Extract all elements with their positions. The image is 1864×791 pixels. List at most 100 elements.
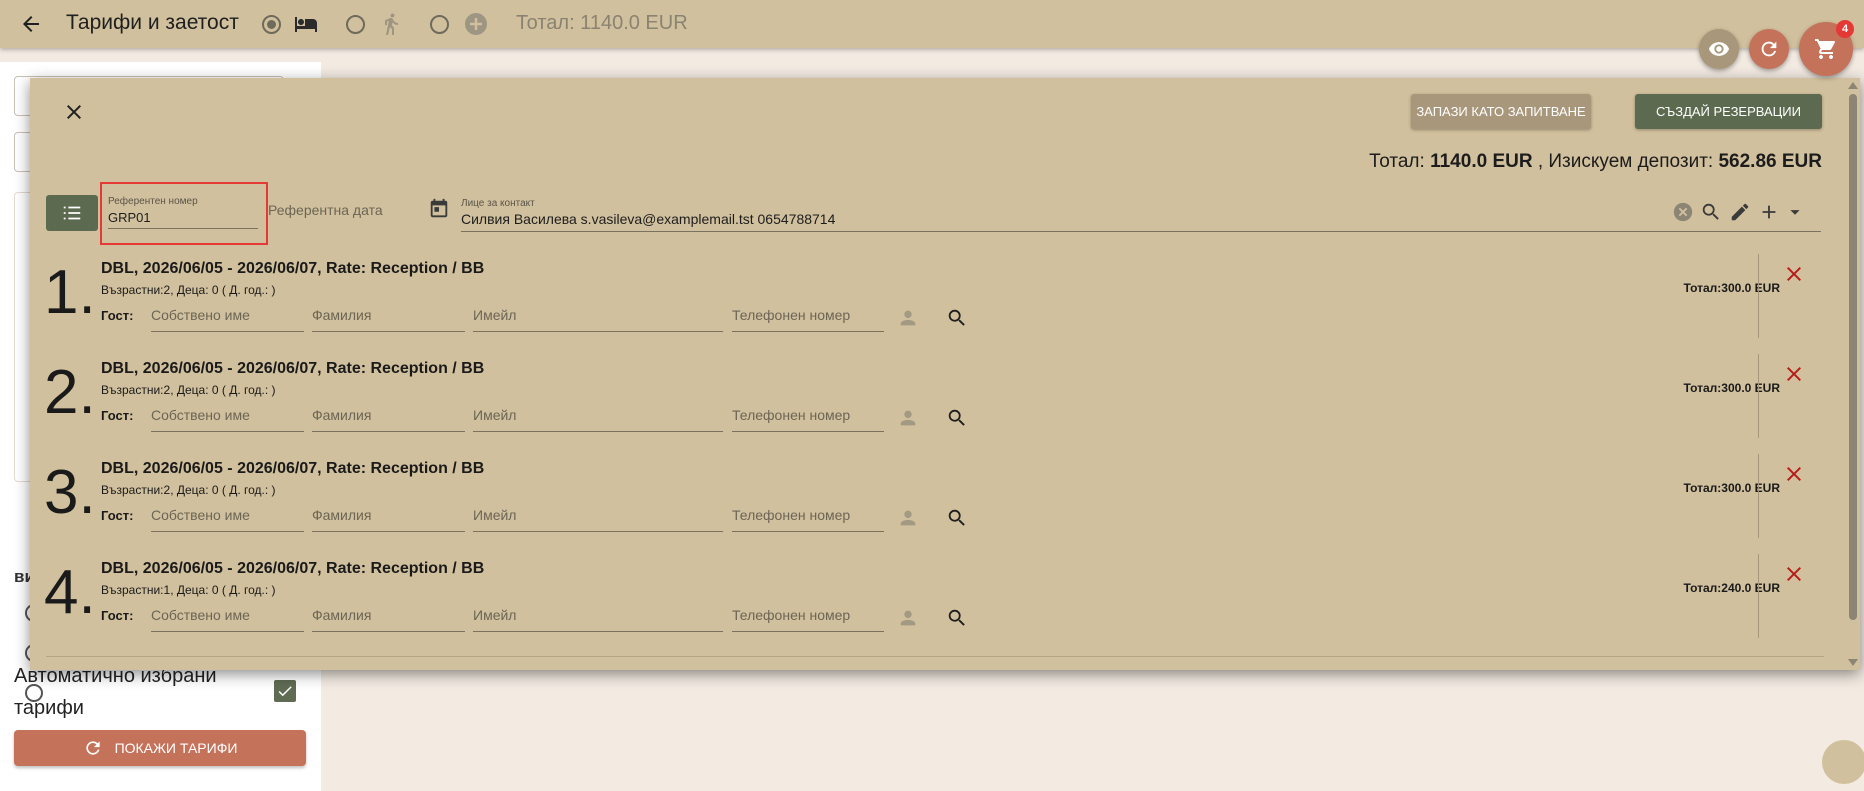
email-input[interactable]: Имейл (473, 607, 723, 632)
refresh-button[interactable] (1749, 29, 1789, 69)
guest-label: Гост: (101, 308, 134, 323)
deposit-value: 562.86 EUR (1718, 151, 1822, 172)
row-title: DBL, 2026/06/05 - 2026/06/07, Rate: Rece… (101, 260, 485, 277)
row-number: 2. (44, 358, 96, 427)
guest-label: Гост: (101, 508, 134, 523)
scroll-up-arrow[interactable] (1848, 82, 1858, 89)
search-icon[interactable] (1700, 201, 1722, 223)
row-title: DBL, 2026/06/05 - 2026/06/07, Rate: Rece… (101, 560, 485, 577)
create-reservations-button[interactable]: СЪЗДАЙ РЕЗЕРВАЦИИ (1635, 94, 1822, 129)
first-name-input[interactable]: Собствено име (151, 307, 304, 332)
total-label: Тотал: (1369, 151, 1431, 172)
row-total: Тотал:300.0 EUR (1683, 481, 1780, 495)
contact-field[interactable]: Силвия Василева s.vasileva@examplemail.t… (461, 211, 835, 227)
person-icon[interactable] (897, 407, 919, 429)
total-value: 1140.0 EUR (1430, 151, 1533, 172)
delete-x-icon[interactable] (1782, 462, 1806, 486)
last-name-input[interactable]: Фамилия (312, 407, 465, 432)
help-button[interactable] (1822, 740, 1864, 784)
close-icon[interactable] (62, 100, 86, 124)
bed-icon (295, 17, 317, 32)
check-icon (278, 686, 292, 697)
list-icon (63, 206, 81, 220)
radio-add[interactable] (430, 15, 449, 34)
preview-button[interactable] (1699, 29, 1739, 69)
person-icon[interactable] (897, 307, 919, 329)
delete-x-icon[interactable] (1782, 262, 1806, 286)
auto-rates-checkbox[interactable] (274, 680, 296, 702)
radio-walk-in[interactable] (346, 15, 365, 34)
reference-number-value: GRP01 (108, 210, 151, 225)
row-total: Тотал:240.0 EUR (1683, 581, 1780, 595)
person-icon[interactable] (897, 607, 919, 629)
scroll-thumb[interactable] (1849, 94, 1857, 620)
contact-label: Лице за контакт (461, 198, 535, 209)
last-name-input[interactable]: Фамилия (312, 307, 465, 332)
reference-number-field[interactable]: Референтен номер GRP01 (100, 182, 268, 245)
delete-x-icon[interactable] (1782, 562, 1806, 586)
row-total: Тотал:300.0 EUR (1683, 281, 1780, 295)
search-icon[interactable] (946, 507, 968, 529)
refresh-icon (85, 741, 100, 755)
cart-count-badge: 4 (1836, 20, 1854, 38)
page-title: Тарифи и заетост (66, 11, 239, 34)
scroll-down-arrow[interactable] (1848, 659, 1858, 666)
pencil-icon[interactable] (1729, 201, 1751, 223)
last-name-input[interactable]: Фамилия (312, 607, 465, 632)
first-name-input[interactable]: Собствено име (151, 507, 304, 532)
list-button[interactable] (46, 195, 98, 231)
save-as-request-button[interactable]: ЗАПАЗИ КАТО ЗАПИТВАНЕ (1411, 94, 1591, 129)
row-divider (1758, 354, 1759, 438)
email-input[interactable]: Имейл (473, 507, 723, 532)
row-title: DBL, 2026/06/05 - 2026/06/07, Rate: Rece… (101, 360, 485, 377)
reference-date-field[interactable]: Референтна дата (268, 202, 383, 218)
phone-input[interactable]: Телефонен номер (732, 607, 884, 632)
phone-input[interactable]: Телефонен номер (732, 307, 884, 332)
cart-button[interactable]: 4 (1799, 20, 1854, 76)
deposit-label: , Изискуем депозит: (1532, 151, 1719, 172)
eye-icon (1708, 42, 1730, 56)
reservation-dialog: ЗАПАЗИ КАТО ЗАПИТВАНЕ СЪЗДАЙ РЕЗЕРВАЦИИ … (30, 78, 1860, 670)
row-title: DBL, 2026/06/05 - 2026/06/07, Rate: Rece… (101, 460, 485, 477)
first-name-input[interactable]: Собствено име (151, 407, 304, 432)
radio-rooms[interactable] (262, 15, 281, 34)
dialog-scrollbar[interactable] (1846, 78, 1860, 670)
arrow-left-icon[interactable] (19, 12, 43, 36)
row-occupancy: Възрастни:2, Деца: 0 ( Д. год.: ) (101, 283, 276, 297)
last-name-input[interactable]: Фамилия (312, 507, 465, 532)
calendar-icon[interactable] (428, 198, 450, 220)
plus-icon[interactable] (1758, 201, 1780, 223)
phone-input[interactable]: Телефонен номер (732, 407, 884, 432)
row-number: 1. (44, 258, 96, 327)
person-icon[interactable] (897, 507, 919, 529)
contact-underline (461, 231, 1821, 232)
delete-x-icon[interactable] (1782, 362, 1806, 386)
row-number: 3. (44, 458, 96, 527)
top-app-bar: Тарифи и заетост Тотал: 1140.0 EUR (0, 0, 1864, 48)
reference-number-label: Референтен номер (108, 196, 198, 207)
row-occupancy: Възрастни:2, Деца: 0 ( Д. год.: ) (101, 483, 276, 497)
email-input[interactable]: Имейл (473, 307, 723, 332)
reservation-row: 2. DBL, 2026/06/05 - 2026/06/07, Rate: R… (30, 354, 1820, 442)
row-divider (1758, 254, 1759, 338)
row-divider (1758, 454, 1759, 538)
chevron-down-icon[interactable] (1784, 201, 1806, 223)
phone-input[interactable]: Телефонен номер (732, 507, 884, 532)
top-total: Тотал: 1140.0 EUR (516, 12, 688, 34)
row-divider (1758, 554, 1759, 638)
plus-circle-icon (465, 13, 487, 35)
show-rates-label: ПОКАЖИ ТАРИФИ (114, 740, 238, 756)
reservation-row: 4. DBL, 2026/06/05 - 2026/06/07, Rate: R… (30, 554, 1820, 642)
guest-label: Гост: (101, 408, 134, 423)
first-name-input[interactable]: Собствено име (151, 607, 304, 632)
search-icon[interactable] (946, 607, 968, 629)
email-input[interactable]: Имейл (473, 407, 723, 432)
show-rates-button[interactable]: ПОКАЖИ ТАРИФИ (14, 730, 306, 766)
clear-icon[interactable] (1672, 201, 1694, 223)
refresh-icon (1761, 41, 1777, 57)
row-occupancy: Възрастни:2, Деца: 0 ( Д. год.: ) (101, 383, 276, 397)
search-icon[interactable] (946, 307, 968, 329)
cart-icon (1815, 39, 1836, 59)
totals-summary: Тотал: 1140.0 EUR , Изискуем депозит: 56… (1369, 151, 1822, 173)
search-icon[interactable] (946, 407, 968, 429)
